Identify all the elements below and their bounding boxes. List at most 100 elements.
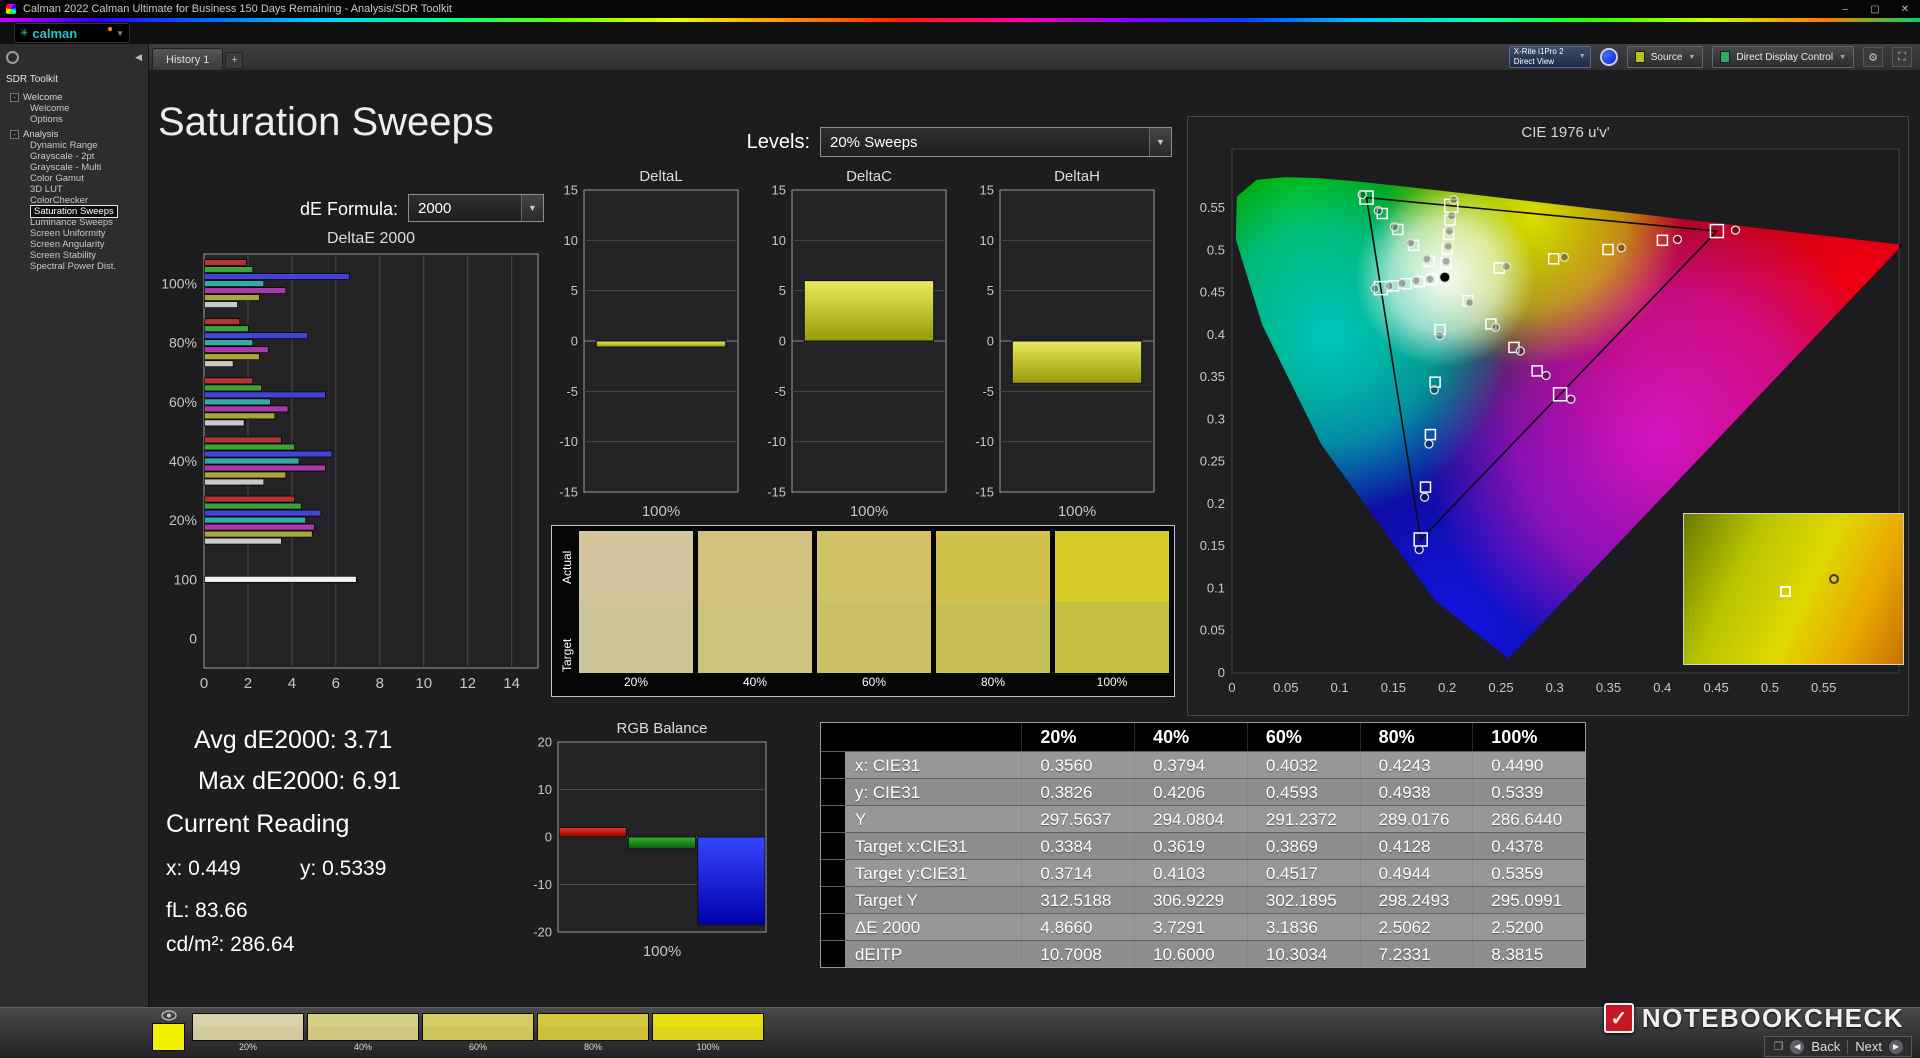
- table-value: 7.2331: [1359, 941, 1473, 967]
- sidebar-item-screen-uniformity[interactable]: Screen Uniformity: [0, 228, 148, 239]
- svg-text:0.2: 0.2: [1207, 496, 1225, 511]
- cie-zoom-inset: [1683, 513, 1904, 665]
- sidebar-item-grayscale-multi[interactable]: Grayscale - Multi: [0, 162, 148, 173]
- magenta-measured-marker: [1566, 394, 1576, 404]
- current-test-patch[interactable]: [152, 1023, 185, 1051]
- svg-text:2: 2: [244, 675, 252, 692]
- de-bar: [204, 405, 289, 413]
- table-value: 10.6000: [1134, 941, 1247, 967]
- calman-logo-icon: ✳: [20, 27, 29, 39]
- svg-text:0.3: 0.3: [1546, 680, 1564, 695]
- sidebar-item-luminance-sweeps[interactable]: Luminance Sweeps: [0, 217, 148, 228]
- expander-icon[interactable]: -: [10, 93, 19, 102]
- sidebar-header: ◀: [0, 44, 149, 70]
- patch-80%[interactable]: 80%: [537, 1013, 649, 1054]
- sidebar-item-grayscale-2pt[interactable]: Grayscale - 2pt: [0, 151, 148, 162]
- de-bar: [204, 287, 287, 294]
- patch-40%[interactable]: 40%: [307, 1013, 419, 1054]
- green-measured-marker: [1422, 254, 1432, 264]
- table-row: Target x:CIE31 0.3384 0.3619 0.3869 0.4128 0.…: [821, 832, 1585, 859]
- next-button[interactable]: Next: [1855, 1039, 1882, 1054]
- sidebar-group-welcome[interactable]: - Welcome: [0, 92, 148, 103]
- window-icon[interactable]: ❐: [1773, 1040, 1783, 1053]
- sidebar-item-color-gamut[interactable]: Color Gamut: [0, 173, 148, 184]
- patch-20%[interactable]: 20%: [192, 1013, 304, 1054]
- de-bar: [204, 516, 306, 524]
- table-row: ΔE 2000 4.8660 3.7291 3.1836 2.5062 2.5200: [821, 913, 1585, 940]
- svg-text:0.5: 0.5: [1207, 242, 1225, 257]
- workflow-menu-icon[interactable]: [6, 50, 19, 64]
- chart-title: DeltaC: [846, 168, 892, 185]
- table-value: 3.7291: [1134, 914, 1247, 940]
- source-label: Source: [1650, 51, 1683, 63]
- chevron-down-icon: ▼: [1149, 128, 1171, 156]
- table-value: 0.3826: [1021, 779, 1134, 805]
- green-measured-marker: [1389, 222, 1400, 232]
- svg-text:0.55: 0.55: [1811, 680, 1836, 695]
- svg-text:0.15: 0.15: [1200, 538, 1225, 553]
- sidebar-item-options[interactable]: Options: [0, 114, 148, 125]
- sidebar-item-screen-angularity[interactable]: Screen Angularity: [0, 239, 148, 250]
- yellow-measured-marker: [1448, 195, 1459, 205]
- de-bar: [204, 412, 276, 420]
- settings-gear-icon[interactable]: ⚙: [1863, 47, 1883, 67]
- sidebar-collapse-button[interactable]: ◀: [135, 52, 142, 63]
- table-value: 0.4032: [1246, 752, 1360, 778]
- table-value: 0.3384: [1021, 833, 1134, 859]
- svg-text:20: 20: [538, 735, 552, 750]
- cyan-measured-marker: [1370, 283, 1380, 294]
- calman-menu-button[interactable]: ✳ calman ▼: [14, 23, 130, 43]
- svg-text:100%: 100%: [161, 276, 197, 292]
- sidebar-item-dynamic-range[interactable]: Dynamic Range: [0, 140, 148, 151]
- meter-dropdown[interactable]: X-Rite i1Pro 2 Direct View ▼: [1508, 46, 1591, 68]
- add-tab-button[interactable]: +: [225, 51, 244, 69]
- patch-60%[interactable]: 60%: [422, 1013, 534, 1054]
- table-value: 8.3815: [1472, 941, 1585, 967]
- sidebar-item-screen-stability[interactable]: Screen Stability: [0, 250, 148, 261]
- blue-measured-marker: [1424, 439, 1434, 449]
- target-swatch: [698, 602, 812, 673]
- svg-text:15: 15: [980, 183, 994, 198]
- sidebar-item-saturation-sweeps[interactable]: Saturation Sweeps: [0, 205, 148, 218]
- display-window-icon[interactable]: ⛶: [1892, 47, 1912, 67]
- back-button[interactable]: Back: [1811, 1039, 1840, 1054]
- svg-text:0.4: 0.4: [1207, 327, 1225, 342]
- svg-text:-5: -5: [566, 384, 578, 399]
- patch-100%[interactable]: 100%: [652, 1013, 764, 1054]
- maximize-button[interactable]: ▢: [1860, 0, 1890, 18]
- yellow-measured-marker: [1446, 211, 1457, 221]
- source-dropdown[interactable]: Source ▼: [1626, 46, 1704, 68]
- table-value: 0.4378: [1472, 833, 1585, 859]
- target-swatch: [579, 602, 693, 673]
- table-value: 289.0176: [1359, 806, 1473, 832]
- sidebar-item-welcome[interactable]: Welcome: [0, 103, 148, 114]
- swatch-column-20%: 20%: [579, 531, 693, 691]
- table-value: 2.5200: [1472, 914, 1585, 940]
- back-arrow-icon[interactable]: ◀: [1790, 1039, 1805, 1054]
- expander-icon[interactable]: -: [10, 130, 19, 139]
- row-label: x: CIE31: [854, 756, 921, 775]
- table-value: 4.8660: [1021, 914, 1134, 940]
- svg-text:6: 6: [332, 675, 340, 692]
- table-value: 291.2372: [1246, 806, 1360, 832]
- display-control-dropdown[interactable]: Direct Display Control ▼: [1712, 46, 1854, 68]
- calman-window: Calman 2022 Calman Ultimate for Business…: [0, 0, 1920, 1058]
- swatch-column-80%: 80%: [936, 531, 1050, 691]
- table-value: 0.4243: [1359, 752, 1473, 778]
- rgb-balance-chart: RGB Balance 20 10 0 -10 -20 100%: [518, 718, 774, 969]
- sidebar-group-analysis[interactable]: - Analysis: [0, 129, 148, 140]
- swatch-column-60%: 60%: [817, 531, 931, 691]
- row-label: ΔE 2000: [854, 918, 921, 937]
- table-value: 0.3560: [1021, 752, 1134, 778]
- minimize-button[interactable]: –: [1830, 0, 1860, 18]
- tab-history-1[interactable]: History 1: [152, 48, 224, 70]
- meter-status-badge[interactable]: [1599, 48, 1618, 66]
- next-arrow-icon[interactable]: ▶: [1889, 1039, 1903, 1054]
- de-bar: [204, 259, 247, 266]
- sidebar-item-3d-lut[interactable]: 3D LUT: [0, 184, 148, 195]
- sidebar-item-spectral-power-dist-[interactable]: Spectral Power Dist.: [0, 261, 148, 272]
- close-button[interactable]: ✕: [1890, 0, 1920, 18]
- swatch-level-label: 40%: [742, 675, 768, 689]
- de-formula-dropdown[interactable]: 2000 ▼: [408, 194, 544, 222]
- levels-dropdown[interactable]: 20% Sweeps ▼: [820, 127, 1172, 157]
